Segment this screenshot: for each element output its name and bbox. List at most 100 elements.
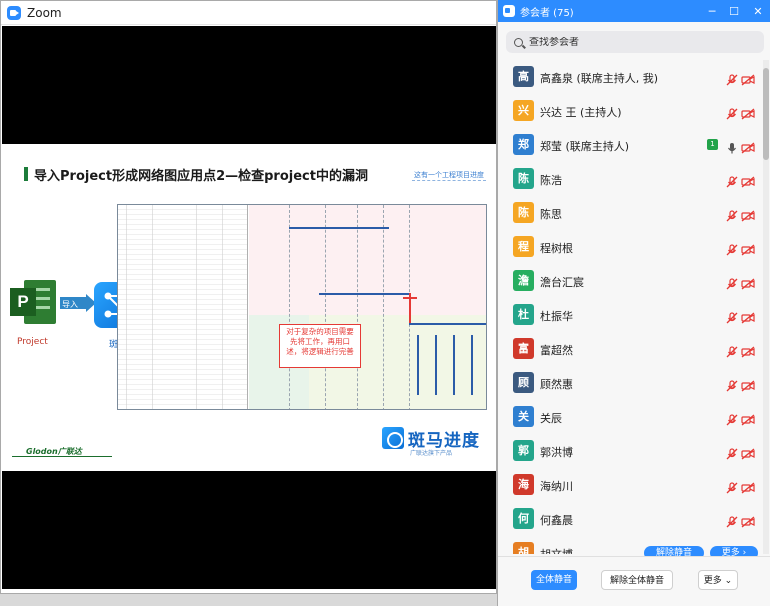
shared-screen-area[interactable]: 导入Project形成网络图应用点2—检查project中的漏洞 这有一个工程项… xyxy=(2,26,496,589)
gantt-screenshot xyxy=(117,204,487,410)
zoom-logo-icon xyxy=(7,5,21,20)
avatar: 杜 xyxy=(513,304,534,325)
camera-off-icon[interactable] xyxy=(741,71,755,86)
participant-row[interactable]: 何何鑫晨 xyxy=(498,502,761,536)
camera-off-icon[interactable] xyxy=(741,275,755,290)
participant-row[interactable]: 陈陈浩 xyxy=(498,162,761,196)
window-title: Zoom xyxy=(27,5,62,20)
mic-muted-icon[interactable] xyxy=(726,445,738,460)
camera-off-icon[interactable] xyxy=(741,207,755,222)
mic-muted-icon[interactable] xyxy=(726,173,738,188)
participant-row[interactable]: 高高鑫泉 (联席主持人, 我) xyxy=(498,60,761,94)
import-label: 导入 xyxy=(62,300,78,309)
camera-off-icon[interactable] xyxy=(741,173,755,188)
slide-title-bar: 导入Project形成网络图应用点2—检查project中的漏洞 这有一个工程项… xyxy=(10,164,494,184)
avatar: 陈 xyxy=(513,202,534,223)
avatar: 兴 xyxy=(513,100,534,121)
camera-off-icon[interactable] xyxy=(741,343,755,358)
shared-slide: 导入Project形成网络图应用点2—检查project中的漏洞 这有一个工程项… xyxy=(2,144,496,471)
mic-muted-icon[interactable] xyxy=(726,309,738,324)
slide-title: 导入Project形成网络图应用点2—检查project中的漏洞 xyxy=(34,169,368,184)
callout-note: 对于复杂的项目需要先将工作，再用口述，将逻辑进行完善 xyxy=(279,324,361,368)
scrollbar[interactable] xyxy=(763,60,769,554)
zoom-titlebar: Zoom xyxy=(1,1,496,25)
avatar: 顾 xyxy=(513,372,534,393)
search-box[interactable] xyxy=(506,31,764,53)
scrollbar-thumb[interactable] xyxy=(763,68,769,160)
participant-row[interactable]: 海海纳川 xyxy=(498,468,761,502)
participant-name: 胡文博 xyxy=(540,546,573,554)
mute-all-button[interactable]: 全体静音 xyxy=(531,570,577,590)
participant-name: 兴达 王 (主持人) xyxy=(540,106,622,119)
mic-muted-icon[interactable] xyxy=(726,513,738,528)
participant-list[interactable]: 高高鑫泉 (联席主持人, 我) 兴兴达 王 (主持人) 郑郑莹 (联席主持人) 1 陈陈… xyxy=(498,60,761,554)
participants-panel: 参会者 (75) ─ ☐ ✕ 高高鑫泉 (联席主持人, 我)兴兴达 王 (主持人… xyxy=(497,0,770,606)
search-icon xyxy=(514,37,523,47)
participant-row[interactable]: 陈陈思 xyxy=(498,196,761,230)
mic-muted-icon[interactable] xyxy=(726,71,738,86)
avatar: 郑 xyxy=(513,134,534,155)
mic-muted-icon[interactable] xyxy=(726,241,738,256)
participant-row[interactable]: 郭郭洪博 xyxy=(498,434,761,468)
participant-name: 程树根 xyxy=(540,242,573,255)
share-badge-icon: 1 xyxy=(707,139,718,150)
mic-muted-icon[interactable] xyxy=(726,207,738,222)
camera-off-icon[interactable] xyxy=(741,513,755,528)
panel-footer: 全体静音 解除全体静音 更多 ⌄ xyxy=(498,556,770,606)
gantt-network-chart xyxy=(249,205,486,409)
zoom-main-window: Zoom 导入Project形成网络图应用点2—检查project中的漏洞 这有… xyxy=(0,0,497,594)
participant-name: 富超然 xyxy=(540,344,573,357)
participant-row[interactable]: 富富超然 xyxy=(498,332,761,366)
footer-line xyxy=(12,456,112,457)
camera-off-icon[interactable] xyxy=(741,105,755,120)
participant-row[interactable]: 程程树根 xyxy=(498,230,761,264)
brand-mark-icon xyxy=(382,427,404,449)
participant-name: 何鑫晨 xyxy=(540,514,573,527)
avatar: 富 xyxy=(513,338,534,359)
mic-muted-icon[interactable] xyxy=(726,411,738,426)
participant-row[interactable]: 顾顾然惠 xyxy=(498,366,761,400)
more-button[interactable]: 更多 ⌄ xyxy=(698,570,738,590)
participant-name: 澹台汇宸 xyxy=(540,276,584,289)
participant-row[interactable]: 澹澹台汇宸 xyxy=(498,264,761,298)
camera-off-icon[interactable] xyxy=(741,411,755,426)
participant-name: 陈浩 xyxy=(540,174,562,187)
participant-row[interactable]: 关关辰 xyxy=(498,400,761,434)
camera-off-icon[interactable] xyxy=(741,479,755,494)
mic-muted-icon[interactable] xyxy=(726,377,738,392)
mic-muted-icon[interactable] xyxy=(726,275,738,290)
minimize-icon[interactable]: ─ xyxy=(701,0,723,22)
close-icon[interactable]: ✕ xyxy=(745,0,770,22)
project-label: Project xyxy=(17,337,48,347)
window-controls: ─ ☐ ✕ xyxy=(701,0,770,22)
participant-name: 郑莹 (联席主持人) xyxy=(540,140,630,153)
participant-row[interactable]: 郑郑莹 (联席主持人) 1 xyxy=(498,128,761,162)
camera-off-icon[interactable] xyxy=(741,377,755,392)
banma-brand-logo: 斑马进度 广联达旗下产品 xyxy=(382,426,486,457)
participant-name: 海纳川 xyxy=(540,480,573,493)
participant-name: 陈思 xyxy=(540,208,562,221)
unmute-all-button[interactable]: 解除全体静音 xyxy=(601,570,673,590)
camera-off-icon[interactable] xyxy=(741,241,755,256)
slide-tag: 这有一个工程项目进度 xyxy=(412,171,486,181)
gantt-task-table xyxy=(118,205,248,409)
mic-icon[interactable] xyxy=(726,139,738,154)
avatar: 高 xyxy=(513,66,534,87)
search-input[interactable] xyxy=(529,36,749,48)
title-accent-bar xyxy=(24,167,28,181)
participant-name: 郭洪博 xyxy=(540,446,573,459)
participant-row[interactable]: 兴兴达 王 (主持人) xyxy=(498,94,761,128)
avatar: 陈 xyxy=(513,168,534,189)
maximize-icon[interactable]: ☐ xyxy=(723,0,745,22)
participant-name: 顾然惠 xyxy=(540,378,573,391)
camera-off-icon[interactable] xyxy=(741,309,755,324)
mic-muted-icon[interactable] xyxy=(726,479,738,494)
mic-muted-icon[interactable] xyxy=(726,105,738,120)
camera-off-icon[interactable] xyxy=(741,445,755,460)
mic-muted-icon[interactable] xyxy=(726,343,738,358)
avatar: 程 xyxy=(513,236,534,257)
camera-off-icon[interactable] xyxy=(741,139,755,154)
panel-title: 参会者 (75) xyxy=(520,7,574,19)
avatar: 何 xyxy=(513,508,534,529)
participant-row[interactable]: 杜杜振华 xyxy=(498,298,761,332)
